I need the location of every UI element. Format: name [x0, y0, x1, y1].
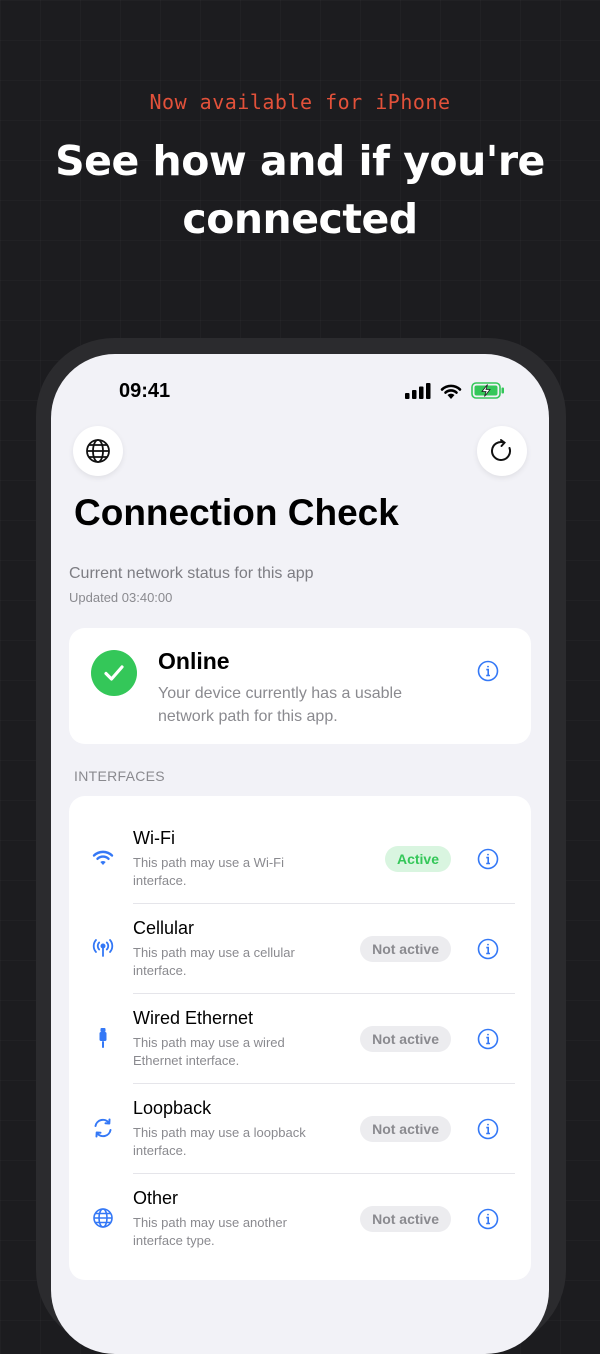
interfaces-section-label: INTERFACES: [74, 768, 165, 784]
info-icon[interactable]: [477, 1118, 499, 1140]
refresh-button[interactable]: [477, 426, 527, 476]
interfaces-card: Wi-Fi This path may use a Wi-Fi interfac…: [69, 796, 531, 1280]
promo-headline-line-1: See how and if you're: [55, 137, 545, 185]
wifi-status-icon: [440, 384, 462, 399]
wifi-icon: [92, 850, 114, 865]
status-bar-icons: [405, 382, 505, 399]
status-info-icon[interactable]: [477, 660, 499, 682]
info-icon[interactable]: [477, 1028, 499, 1050]
cellular-antenna-icon: [92, 939, 114, 957]
page-subtitle: Current network status for this app: [69, 565, 314, 582]
interface-name: Loopback: [133, 1098, 212, 1118]
interface-row-ethernet[interactable]: Wired Ethernet This path may use a wired…: [69, 993, 531, 1083]
info-icon[interactable]: [477, 1208, 499, 1230]
interface-description: This path may use a wired Ethernet inter…: [133, 1035, 285, 1068]
status-badge: Active: [384, 846, 451, 872]
promo-headline: See how and if you're connected: [20, 132, 580, 248]
status-badge: Not active: [360, 936, 451, 962]
interface-description: This path may use a loopback interface.: [133, 1125, 306, 1158]
checkmark-icon: [104, 665, 124, 681]
interface-description: This path may use a Wi-Fi interface.: [133, 855, 284, 888]
info-icon[interactable]: [477, 848, 499, 870]
interface-name: Cellular: [133, 918, 195, 938]
globe-icon: [86, 439, 110, 463]
interface-description: This path may use another interface type…: [133, 1215, 287, 1248]
page-title: Connection Check: [74, 492, 399, 533]
last-updated-timestamp: Updated 03:40:00: [69, 590, 173, 605]
status-badge: Not active: [360, 1206, 451, 1232]
interface-row-wifi[interactable]: Wi-Fi This path may use a Wi-Fi interfac…: [69, 813, 531, 903]
signal-icon: [405, 382, 431, 399]
ethernet-cable-icon: [99, 1028, 107, 1048]
phone-screen: 09:41 Connection Check Current network s…: [51, 354, 549, 1354]
interface-row-cellular[interactable]: Cellular This path may use a cellular in…: [69, 903, 531, 993]
interface-name: Wired Ethernet: [133, 1008, 254, 1028]
status-badge: Not active: [360, 1026, 451, 1052]
connection-status-card: Online Your device currently has a usabl…: [69, 628, 531, 744]
interface-description: This path may use a cellular interface.: [133, 945, 295, 978]
connection-status-description: Your device currently has a usable netwo…: [158, 685, 402, 725]
interface-row-other[interactable]: Other This path may use another interfac…: [69, 1173, 531, 1263]
globe-button[interactable]: [73, 426, 123, 476]
connection-status-title: Online: [158, 648, 230, 674]
promo-headline-line-2: connected: [182, 195, 418, 243]
loopback-icon: [94, 1118, 112, 1138]
status-bar-time: 09:41: [119, 380, 171, 402]
refresh-icon: [491, 439, 511, 461]
interface-name: Wi-Fi: [133, 828, 175, 848]
battery-charging-icon: [471, 382, 504, 399]
promo-tagline: Now available for iPhone: [149, 90, 451, 114]
info-icon[interactable]: [477, 938, 499, 960]
globe-icon: [93, 1208, 113, 1228]
interface-name: Other: [133, 1188, 179, 1208]
interface-row-loopback[interactable]: Loopback This path may use a loopback in…: [69, 1083, 531, 1173]
status-check-badge: [91, 650, 137, 696]
status-badge: Not active: [360, 1116, 451, 1142]
